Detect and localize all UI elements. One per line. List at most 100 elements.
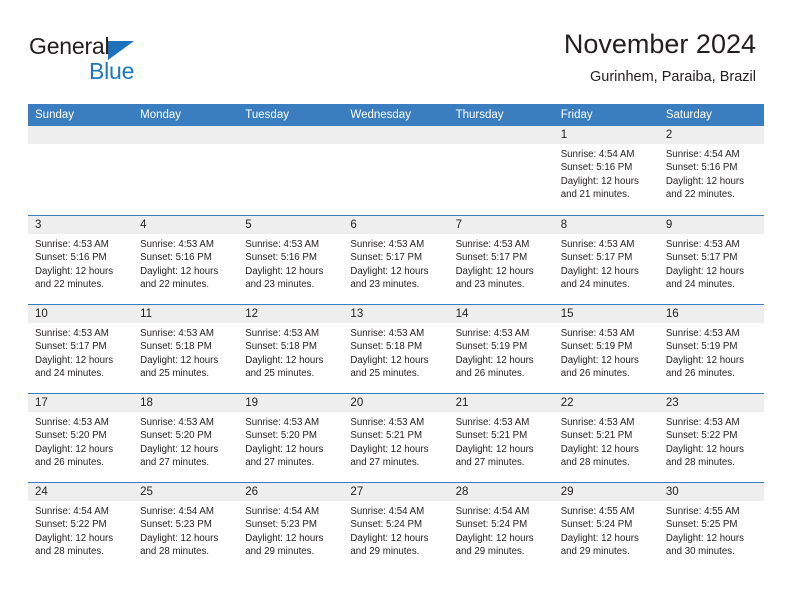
day-number: 11 <box>133 305 239 323</box>
day-details: Sunrise: 4:53 AM Sunset: 5:16 PM Daylight:… <box>28 234 133 291</box>
calendar-day-cell[interactable]: 24 Sunrise: 4:54 AM Sunset: 5:22 PM Dayligh… <box>28 483 134 571</box>
calendar-day-cell[interactable]: 12 Sunrise: 4:53 AM Sunset: 5:18 PM Dayligh… <box>238 305 344 393</box>
day-detail-line: Daylight: 12 hours <box>665 443 744 455</box>
day-detail-line: Sunset: 5:16 PM <box>560 162 633 174</box>
calendar-day-cell[interactable]: 28 Sunrise: 4:54 AM Sunset: 5:24 PM Dayligh… <box>448 483 554 571</box>
calendar-day-cell[interactable]: 19 Sunrise: 4:53 AM Sunset: 5:20 PM Dayligh… <box>238 394 344 482</box>
calendar-day-cell[interactable]: 6 Sunrise: 4:53 AM Sunset: 5:17 PM Daylight… <box>343 216 449 304</box>
calendar-day-cell[interactable]: 14 Sunrise: 4:53 AM Sunset: 5:19 PM Dayligh… <box>448 305 554 393</box>
day-detail-line: Sunset: 5:18 PM <box>245 341 317 353</box>
day-detail-line: and 29 minutes. <box>245 545 315 557</box>
day-number <box>28 126 134 144</box>
calendar-day-cell-empty <box>448 126 554 215</box>
day-detail-line: Daylight: 12 hours <box>455 532 534 544</box>
day-number: 30 <box>658 483 764 501</box>
day-detail-line: Sunrise: 4:53 AM <box>455 239 530 250</box>
day-detail-line: Sunset: 5:18 PM <box>350 341 423 353</box>
calendar-day-cell[interactable]: 26 Sunrise: 4:54 AM Sunset: 5:23 PM Dayligh… <box>238 483 344 571</box>
day-details: Sunrise: 4:53 AM Sunset: 5:17 PM Daylight:… <box>554 234 659 291</box>
day-detail-line: Sunrise: 4:53 AM <box>350 328 425 339</box>
calendar-day-cell[interactable]: 17 Sunrise: 4:53 AM Sunset: 5:20 PM Dayligh… <box>28 394 134 482</box>
day-detail-line: and 23 minutes. <box>455 278 525 290</box>
calendar-day-cell[interactable]: 8 Sunrise: 4:53 AM Sunset: 5:17 PM Daylight… <box>553 216 659 304</box>
calendar-day-cell[interactable]: 20 Sunrise: 4:53 AM Sunset: 5:21 PM Dayligh… <box>343 394 449 482</box>
day-detail-line: Sunrise: 4:53 AM <box>560 239 635 250</box>
day-detail-line: Sunset: 5:21 PM <box>560 430 633 442</box>
calendar-day-cell-empty <box>343 126 449 215</box>
calendar-day-cell[interactable]: 4 Sunrise: 4:53 AM Sunset: 5:16 PM Daylight… <box>133 216 239 304</box>
day-detail-line: Sunset: 5:17 PM <box>560 252 633 264</box>
day-detail-line: and 24 minutes. <box>560 278 630 290</box>
day-detail-line: Sunset: 5:20 PM <box>245 430 317 442</box>
day-number: 14 <box>448 305 554 323</box>
calendar-day-cell[interactable]: 29 Sunrise: 4:55 AM Sunset: 5:24 PM Dayligh… <box>553 483 659 571</box>
calendar-day-cell-empty <box>28 126 134 215</box>
calendar-day-cell[interactable]: 10 Sunrise: 4:53 AM Sunset: 5:17 PM Dayligh… <box>28 305 134 393</box>
calendar-day-cell[interactable]: 9 Sunrise: 4:53 AM Sunset: 5:17 PM Daylight… <box>658 216 764 304</box>
calendar-day-cell[interactable]: 13 Sunrise: 4:53 AM Sunset: 5:18 PM Dayligh… <box>343 305 449 393</box>
day-detail-line: Sunrise: 4:53 AM <box>140 239 214 250</box>
calendar-day-cell[interactable]: 16 Sunrise: 4:53 AM Sunset: 5:19 PM Dayligh… <box>658 305 764 393</box>
day-detail-line: Sunset: 5:17 PM <box>665 252 738 264</box>
day-detail-line: Sunset: 5:24 PM <box>350 519 423 531</box>
day-details: Sunrise: 4:53 AM Sunset: 5:21 PM Daylight:… <box>554 412 659 469</box>
calendar-day-cell[interactable]: 22 Sunrise: 4:53 AM Sunset: 5:21 PM Dayligh… <box>553 394 659 482</box>
day-detail-line: Daylight: 12 hours <box>140 532 219 544</box>
day-details: Sunrise: 4:53 AM Sunset: 5:21 PM Daylight:… <box>343 412 448 469</box>
day-number <box>343 126 449 144</box>
day-number <box>238 126 344 144</box>
day-detail-line: Sunrise: 4:53 AM <box>560 328 635 339</box>
calendar-day-cell[interactable]: 15 Sunrise: 4:53 AM Sunset: 5:19 PM Dayligh… <box>553 305 659 393</box>
day-detail-line: Sunset: 5:18 PM <box>140 341 212 353</box>
day-detail-line: Sunrise: 4:53 AM <box>455 417 530 428</box>
day-details: Sunrise: 4:53 AM Sunset: 5:17 PM Daylight:… <box>449 234 554 291</box>
day-detail-line: Daylight: 12 hours <box>665 175 744 187</box>
calendar-day-cell[interactable]: 27 Sunrise: 4:54 AM Sunset: 5:24 PM Dayligh… <box>343 483 449 571</box>
day-number: 2 <box>658 126 764 144</box>
day-detail-line: Sunrise: 4:53 AM <box>350 239 425 250</box>
day-detail-line: Sunrise: 4:54 AM <box>245 506 320 517</box>
calendar-day-cell[interactable]: 1 Sunrise: 4:54 AM Sunset: 5:16 PM Daylight… <box>553 126 659 215</box>
day-detail-line: Sunrise: 4:53 AM <box>665 328 740 339</box>
day-detail-line: Daylight: 12 hours <box>140 443 219 455</box>
day-detail-line: Sunset: 5:19 PM <box>560 341 633 353</box>
day-number: 23 <box>658 394 764 412</box>
day-number: 13 <box>343 305 449 323</box>
calendar-day-cell[interactable]: 5 Sunrise: 4:53 AM Sunset: 5:16 PM Daylight… <box>238 216 344 304</box>
day-details: Sunrise: 4:54 AM Sunset: 5:24 PM Daylight:… <box>449 501 554 558</box>
calendar-day-cell[interactable]: 11 Sunrise: 4:53 AM Sunset: 5:18 PM Dayligh… <box>133 305 239 393</box>
day-details: Sunrise: 4:54 AM Sunset: 5:16 PM Daylight:… <box>659 144 764 201</box>
day-detail-line: Sunrise: 4:54 AM <box>350 506 425 517</box>
day-details: Sunrise: 4:53 AM Sunset: 5:16 PM Daylight:… <box>238 234 343 291</box>
calendar-week-row: 1 Sunrise: 4:54 AM Sunset: 5:16 PM Daylight… <box>28 126 764 215</box>
calendar-day-cell[interactable]: 23 Sunrise: 4:53 AM Sunset: 5:22 PM Dayligh… <box>658 394 764 482</box>
day-detail-line: Sunset: 5:20 PM <box>140 430 212 442</box>
weekday-header-row: Sunday Monday Tuesday Wednesday Thursday… <box>28 104 764 126</box>
day-detail-line: Daylight: 12 hours <box>560 175 639 187</box>
calendar-day-cell[interactable]: 30 Sunrise: 4:55 AM Sunset: 5:25 PM Dayligh… <box>658 483 764 571</box>
day-detail-line: and 26 minutes. <box>665 367 735 379</box>
general-blue-logo: General Blue <box>29 33 249 89</box>
day-detail-line: and 25 minutes. <box>350 367 420 379</box>
day-detail-line: Sunset: 5:22 PM <box>35 519 107 531</box>
weekday-header-friday: Friday <box>560 109 593 121</box>
day-details: Sunrise: 4:53 AM Sunset: 5:17 PM Daylight:… <box>343 234 448 291</box>
calendar-weeks: 1 Sunrise: 4:54 AM Sunset: 5:16 PM Daylight… <box>28 126 764 571</box>
calendar-day-cell[interactable]: 25 Sunrise: 4:54 AM Sunset: 5:23 PM Dayligh… <box>133 483 239 571</box>
calendar-day-cell[interactable]: 21 Sunrise: 4:53 AM Sunset: 5:21 PM Dayligh… <box>448 394 554 482</box>
calendar-day-cell[interactable]: 3 Sunrise: 4:53 AM Sunset: 5:16 PM Daylight… <box>28 216 134 304</box>
day-detail-line: Sunset: 5:19 PM <box>455 341 528 353</box>
calendar-day-cell[interactable]: 18 Sunrise: 4:53 AM Sunset: 5:20 PM Dayligh… <box>133 394 239 482</box>
calendar-day-cell[interactable]: 7 Sunrise: 4:53 AM Sunset: 5:17 PM Daylight… <box>448 216 554 304</box>
day-number: 9 <box>658 216 764 234</box>
day-detail-line: Sunrise: 4:53 AM <box>350 417 425 428</box>
logo-text-general: General <box>29 33 110 59</box>
day-number: 3 <box>28 216 134 234</box>
calendar-day-cell[interactable]: 2 Sunrise: 4:54 AM Sunset: 5:16 PM Daylight… <box>658 126 764 215</box>
day-details: Sunrise: 4:54 AM Sunset: 5:24 PM Daylight:… <box>343 501 448 558</box>
calendar-week-row: 17 Sunrise: 4:53 AM Sunset: 5:20 PM Dayligh… <box>28 393 764 482</box>
day-detail-line: Sunrise: 4:53 AM <box>245 328 320 339</box>
page-subtitle: Gurinhem, Paraiba, Brazil <box>589 69 756 85</box>
day-detail-line: Daylight: 12 hours <box>560 265 639 277</box>
day-detail-line: Daylight: 12 hours <box>665 532 744 544</box>
